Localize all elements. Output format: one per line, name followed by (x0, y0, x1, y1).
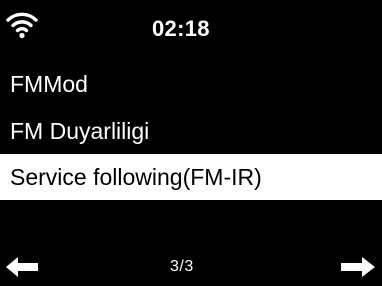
wifi-signal-icon (6, 9, 38, 39)
menu-item-service-following[interactable]: Service following(FM-IR) (0, 154, 382, 200)
menu-item-fm-mode[interactable]: FMMod (0, 61, 382, 107)
status-bar: 02:18 (0, 0, 382, 58)
radio-display: 02:18 FMMod FM Duyarliligi Service follo… (0, 0, 382, 286)
menu-item-label: FM Duyarliligi (10, 118, 150, 144)
arrow-left-icon[interactable] (6, 257, 38, 277)
arrow-right-icon[interactable] (341, 257, 375, 277)
navigation-bar: 3/3 (0, 248, 382, 286)
clock-time: 02:18 (152, 16, 210, 41)
menu-item-label: FMMod (10, 71, 88, 97)
page-indicator: 3/3 (170, 258, 194, 275)
menu-item-fm-sensitivity[interactable]: FM Duyarliligi (0, 108, 382, 154)
menu-item-label: Service following(FM-IR) (10, 164, 262, 190)
